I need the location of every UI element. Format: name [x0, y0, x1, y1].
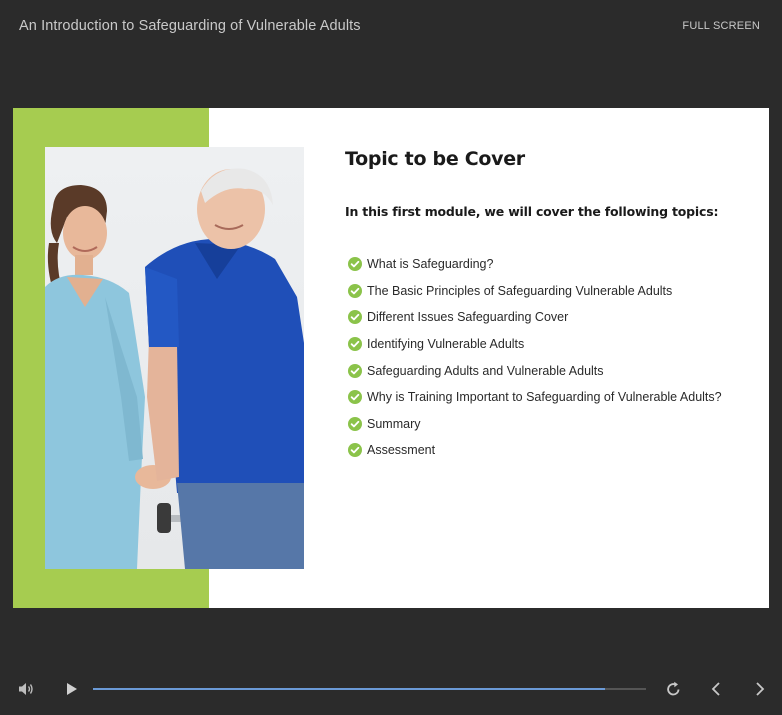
check-circle-icon	[348, 283, 362, 298]
topic-label: What is Safeguarding?	[367, 257, 494, 272]
list-item: The Basic Principles of Safeguarding Vul…	[348, 278, 722, 305]
progress-bar[interactable]	[93, 688, 646, 690]
player-controls	[0, 670, 782, 710]
list-item: Identifying Vulnerable Adults	[348, 331, 722, 358]
volume-icon[interactable]	[18, 682, 34, 696]
topic-label: Different Issues Safeguarding Cover	[367, 310, 569, 325]
check-circle-icon	[348, 416, 362, 431]
check-circle-icon	[348, 337, 362, 352]
check-circle-icon	[348, 363, 362, 378]
list-item: Summary	[348, 411, 722, 438]
play-icon[interactable]	[66, 682, 78, 696]
top-bar: An Introduction to Safeguarding of Vulne…	[0, 0, 782, 54]
replay-icon[interactable]	[666, 681, 681, 697]
nurse-helping-elderly-man-photo	[45, 147, 304, 569]
list-item: Why is Training Important to Safeguardin…	[348, 384, 722, 411]
fullscreen-button[interactable]: FULL SCREEN	[682, 20, 760, 32]
chevron-right-icon[interactable]	[755, 682, 765, 696]
course-title: An Introduction to Safeguarding of Vulne…	[19, 18, 361, 34]
list-item: Safeguarding Adults and Vulnerable Adult…	[348, 357, 722, 384]
topic-label: Identifying Vulnerable Adults	[367, 337, 525, 352]
course-player: An Introduction to Safeguarding of Vulne…	[0, 0, 782, 715]
topic-label: Summary	[367, 416, 421, 431]
list-item: What is Safeguarding?	[348, 251, 722, 278]
check-circle-icon	[348, 310, 362, 325]
list-item: Assessment	[348, 437, 722, 464]
slide-subheading: In this first module, we will cover the …	[345, 204, 719, 219]
list-item: Different Issues Safeguarding Cover	[348, 304, 722, 331]
slide: Topic to be Cover In this first module, …	[13, 108, 769, 608]
chevron-left-icon[interactable]	[711, 682, 721, 696]
progress-fill	[93, 688, 605, 690]
topic-label: Why is Training Important to Safeguardin…	[367, 390, 722, 405]
topic-label: Assessment	[367, 443, 436, 458]
check-circle-icon	[348, 390, 362, 405]
topic-list: What is Safeguarding? The Basic Principl…	[348, 251, 722, 464]
check-circle-icon	[348, 257, 362, 272]
topic-label: Safeguarding Adults and Vulnerable Adult…	[367, 363, 604, 378]
topic-label: The Basic Principles of Safeguarding Vul…	[367, 283, 673, 298]
check-circle-icon	[348, 443, 362, 458]
slide-heading: Topic to be Cover	[345, 148, 525, 170]
